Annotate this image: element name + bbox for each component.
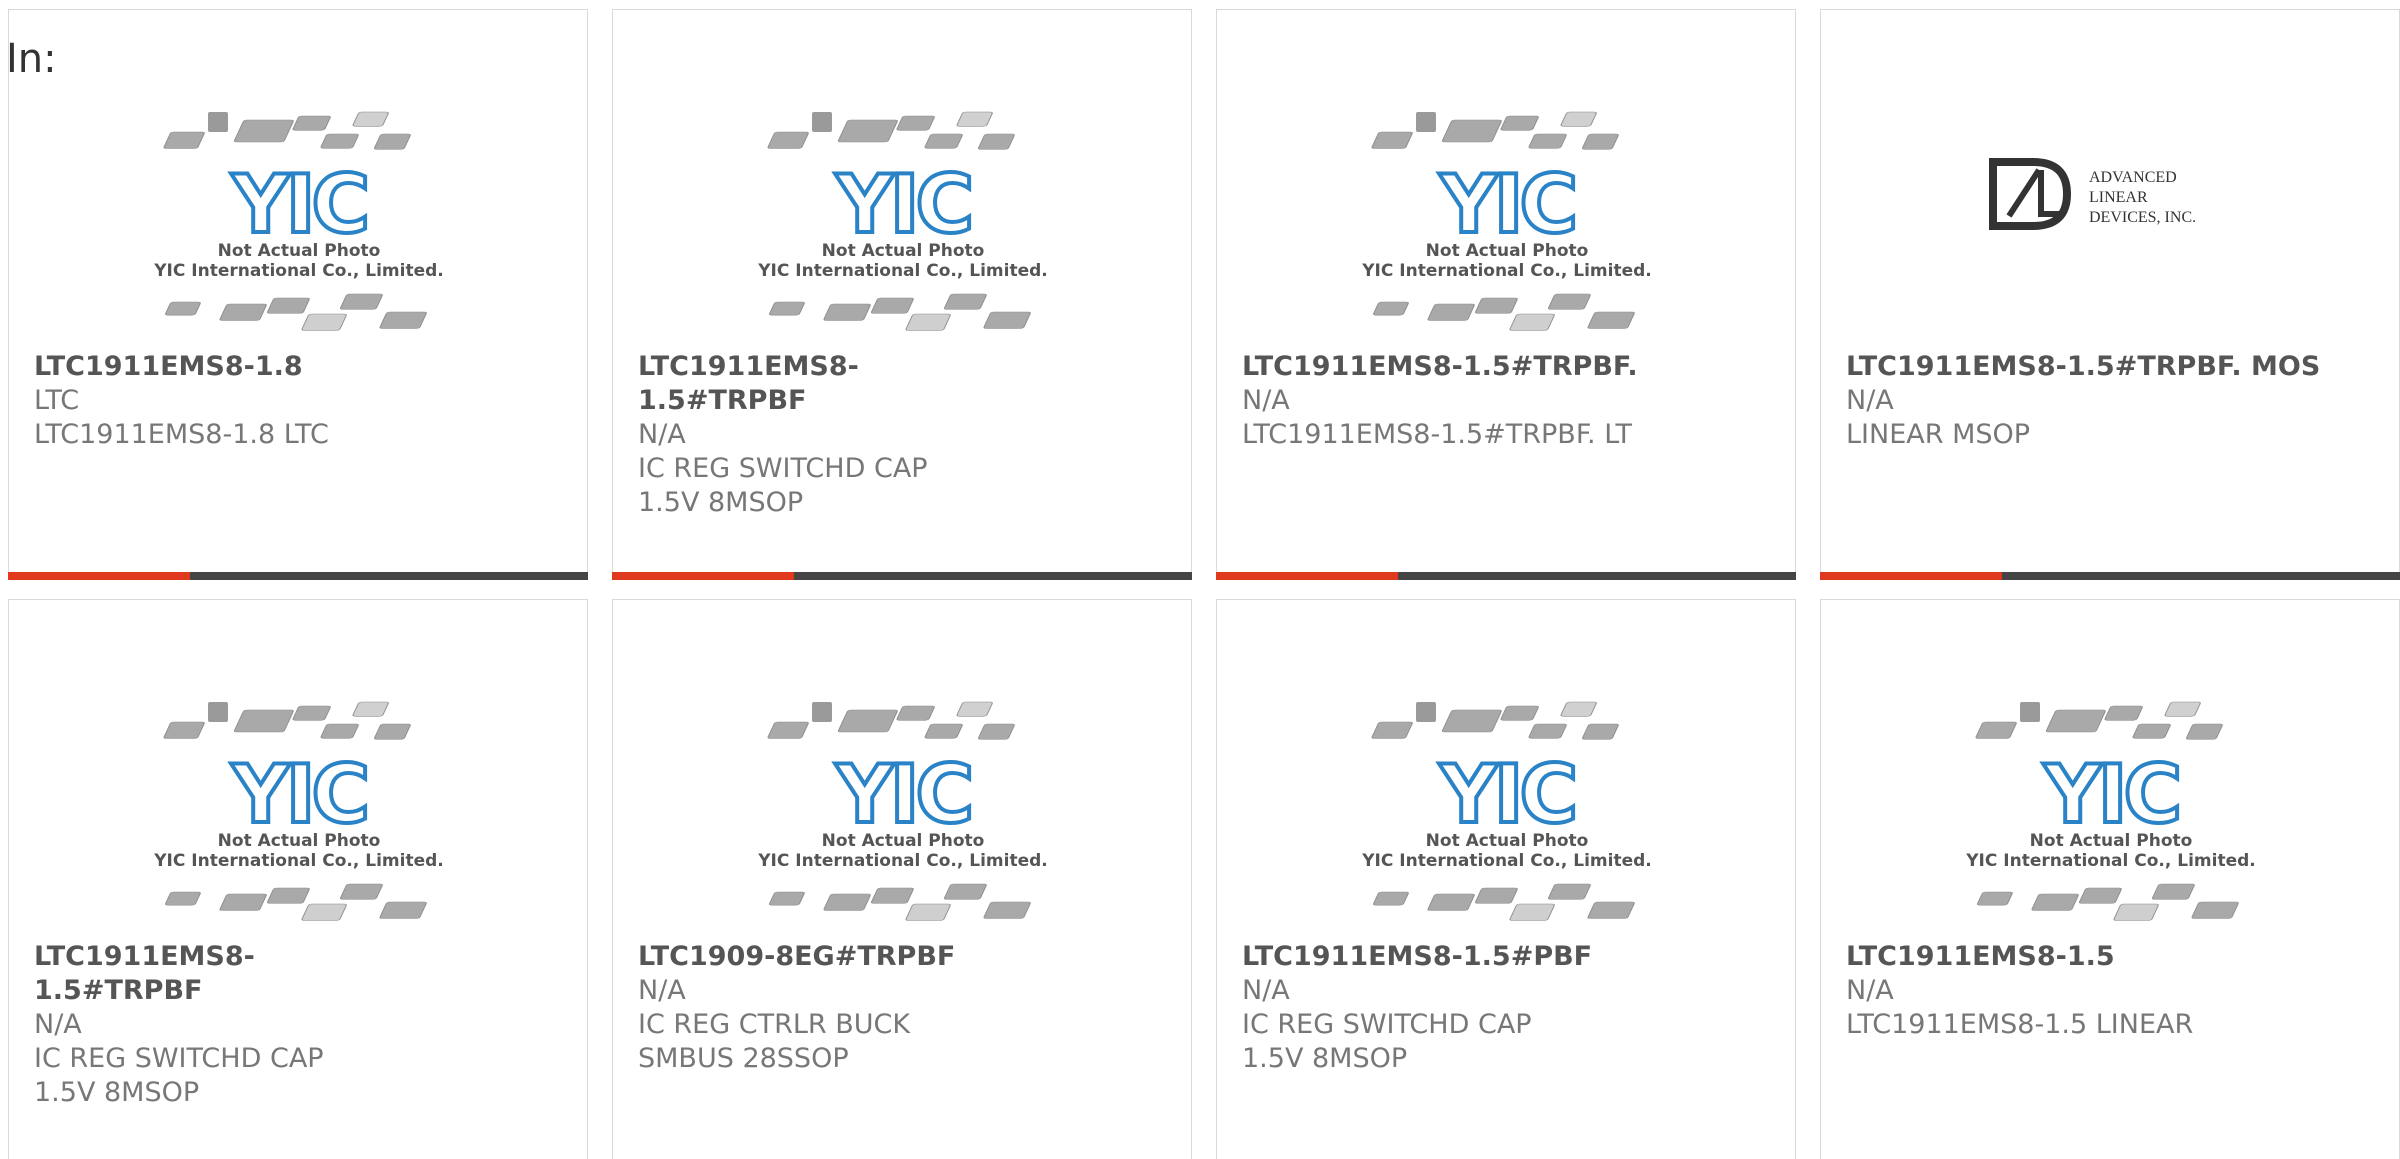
- product-image: YIC Not Actual Photo YIC International Co.…: [1357, 692, 1657, 942]
- manufacturer: N/A: [1242, 975, 1290, 1006]
- svg-text:Not Actual Photo: Not Actual Photo: [822, 831, 985, 851]
- manufacturer: N/A: [1242, 385, 1290, 416]
- card-bar: [612, 572, 1192, 580]
- product-card[interactable]: YIC Not Actual Photo YIC International Co.…: [8, 599, 588, 1159]
- description: IC REG SWITCHD CAP 1.5V 8MSOP: [34, 1043, 324, 1108]
- manufacturer: N/A: [638, 975, 686, 1006]
- svg-text:Not Actual Photo: Not Actual Photo: [1426, 241, 1589, 261]
- product-image: YIC Not Actual Photo YIC International Co.…: [149, 102, 449, 352]
- part-number[interactable]: LTC1911EMS8-1.5#TRPBF. MOS: [1846, 350, 2379, 384]
- product-card[interactable]: YIC Not Actual Photo YIC International Co.…: [1820, 599, 2400, 1159]
- yic-placeholder-graphic: YICNot Actual PhotoYIC International Co.…: [1361, 701, 1652, 921]
- product-image: YIC Not Actual Photo YIC International Co.…: [753, 102, 1053, 352]
- part-number[interactable]: LTC1911EMS8-1.5: [1846, 940, 2379, 974]
- manufacturer: N/A: [638, 419, 686, 450]
- yic-placeholder-graphic: YICNot Actual PhotoYIC International Co.…: [757, 701, 1048, 921]
- svg-text:Not Actual Photo: Not Actual Photo: [218, 831, 381, 851]
- svg-text:YIC International Co., Limited: YIC International Co., Limited.: [153, 851, 444, 871]
- svg-text:ADVANCED: ADVANCED: [2089, 169, 2177, 186]
- svg-text:YIC: YIC: [835, 158, 970, 251]
- part-number[interactable]: LTC1911EMS8-1.5#PBF: [1242, 940, 1595, 974]
- svg-text:YIC International Co., Limited: YIC International Co., Limited.: [153, 261, 444, 281]
- part-number[interactable]: LTC1909-8EG#TRPBF: [638, 940, 1011, 974]
- manufacturer: N/A: [1846, 385, 1894, 416]
- svg-text:YIC International Co., Limited: YIC International Co., Limited.: [1361, 851, 1652, 871]
- description: LINEAR MSOP: [1846, 419, 2031, 450]
- product-image: YIC Not Actual Photo YIC International Co.…: [753, 692, 1053, 942]
- card-bar: [8, 572, 588, 580]
- svg-text:YIC: YIC: [231, 158, 366, 251]
- product-image: YIC Not Actual Photo YIC International Co.…: [1961, 692, 2261, 942]
- svg-text:Not Actual Photo: Not Actual Photo: [2030, 831, 2193, 851]
- svg-text:Not Actual Photo: Not Actual Photo: [822, 241, 985, 261]
- manufacturer: N/A: [34, 1009, 82, 1040]
- svg-text:YIC International Co., Limited: YIC International Co., Limited.: [1361, 261, 1652, 281]
- part-number[interactable]: LTC1911EMS8-1.5#TRPBF.: [1242, 350, 1775, 384]
- product-card[interactable]: YIC Not Actual Photo YIC International Co.…: [1216, 599, 1796, 1159]
- svg-text:YIC: YIC: [1439, 158, 1574, 251]
- svg-text:YIC: YIC: [231, 748, 366, 841]
- product-card[interactable]: YIC Not Actual Photo YIC International Co.…: [1216, 9, 1796, 580]
- description: LTC1911EMS8-1.5 LINEAR: [1846, 1009, 2194, 1040]
- description: IC REG CTRLR BUCK SMBUS 28SSOP: [638, 1009, 911, 1074]
- card-bar: [1216, 572, 1796, 580]
- description: IC REG SWITCHD CAP 1.5V 8MSOP: [638, 453, 928, 518]
- svg-text:Not Actual Photo: Not Actual Photo: [1426, 831, 1589, 851]
- part-number[interactable]: LTC1911EMS8-1.5#TRPBF: [34, 940, 387, 1008]
- svg-text:YIC: YIC: [2043, 748, 2178, 841]
- svg-text:YIC: YIC: [835, 748, 970, 841]
- svg-text:LINEAR: LINEAR: [2089, 189, 2148, 206]
- product-image: YIC Not Actual Photo YIC International Co.…: [149, 692, 449, 942]
- in-label: In:: [6, 36, 57, 82]
- part-number[interactable]: LTC1911EMS8-1.8: [34, 350, 567, 384]
- product-card[interactable]: YIC Not Actual Photo YIC International Co.…: [612, 599, 1192, 1159]
- description: IC REG SWITCHD CAP 1.5V 8MSOP: [1242, 1009, 1532, 1074]
- svg-text:DEVICES, INC.: DEVICES, INC.: [2089, 209, 2196, 226]
- product-card[interactable]: YIC Not Actual Photo YIC International Co.…: [8, 9, 588, 580]
- yic-placeholder-graphic: YICNot Actual PhotoYIC International Co.…: [1965, 701, 2256, 921]
- product-image: ADVANCED LINEAR DEVICES, INC.: [1961, 102, 2261, 352]
- yic-placeholder-graphic: YICNot Actual PhotoYIC International Co.…: [153, 701, 444, 921]
- svg-text:Not Actual Photo: Not Actual Photo: [218, 241, 381, 261]
- yic-placeholder-graphic: YICNot Actual PhotoYIC International Co.…: [757, 111, 1048, 331]
- part-number[interactable]: LTC1911EMS8-1.5#TRPBF: [638, 350, 991, 418]
- product-image: YIC Not Actual Photo YIC International Co.…: [1357, 102, 1657, 352]
- manufacturer: N/A: [1846, 975, 1894, 1006]
- manufacturer: LTC: [34, 385, 80, 416]
- ald-logo-graphic: ADVANCED LINEAR DEVICES, INC.: [1989, 158, 2196, 230]
- product-card[interactable]: ADVANCED LINEAR DEVICES, INC. LTC1911EMS8-…: [1820, 9, 2400, 580]
- svg-text:YIC International Co., Limited: YIC International Co., Limited.: [757, 851, 1048, 871]
- product-card[interactable]: YIC Not Actual Photo YIC International Co.…: [612, 9, 1192, 580]
- svg-text:YIC: YIC: [1439, 748, 1574, 841]
- svg-text:YIC International Co., Limited: YIC International Co., Limited.: [1965, 851, 2256, 871]
- yic-placeholder-graphic: YICNot Actual PhotoYIC International Co.…: [153, 111, 444, 331]
- svg-text:YIC International Co., Limited: YIC International Co., Limited.: [757, 261, 1048, 281]
- description: LTC1911EMS8-1.8 LTC: [34, 419, 329, 450]
- yic-placeholder-graphic: YICNot Actual PhotoYIC International Co.…: [1361, 111, 1652, 331]
- card-bar: [1820, 572, 2400, 580]
- description: LTC1911EMS8-1.5#TRPBF. LT: [1242, 419, 1633, 450]
